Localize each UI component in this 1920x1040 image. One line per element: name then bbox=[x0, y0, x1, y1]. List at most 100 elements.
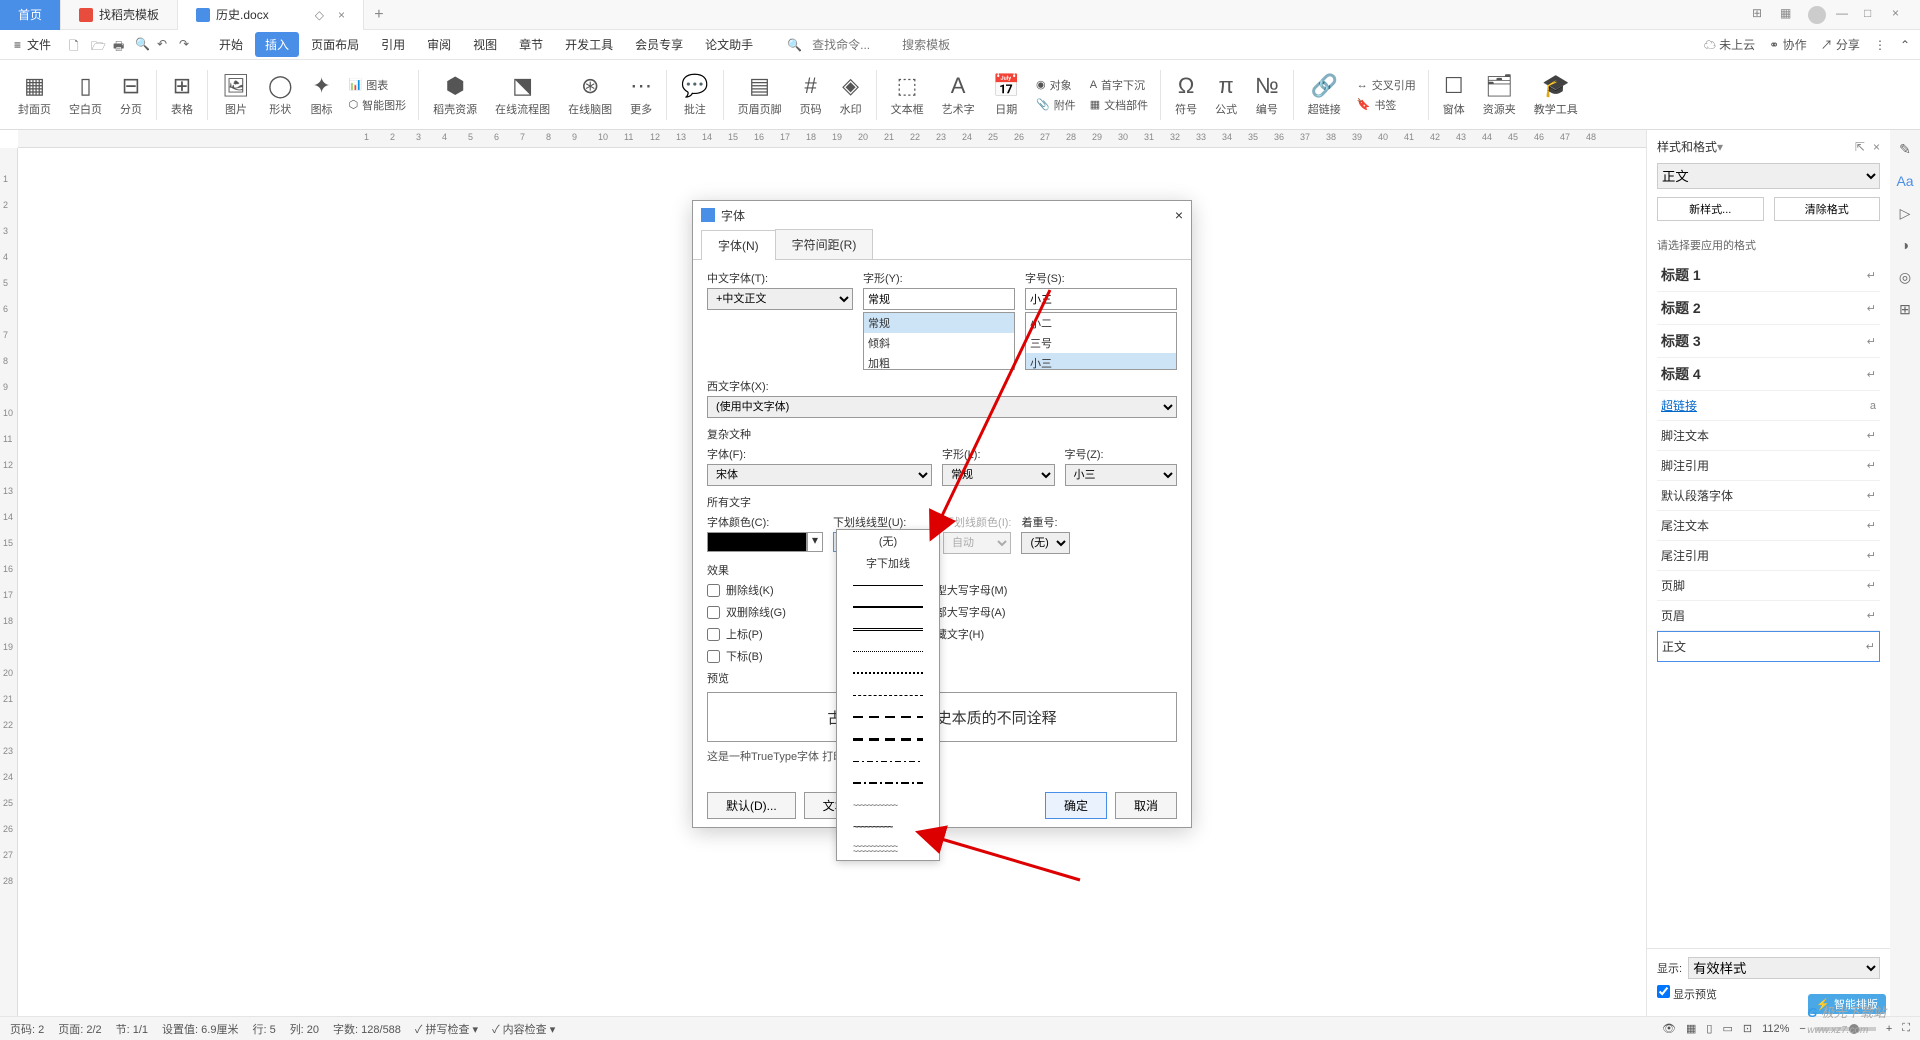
status-zoom-fit-icon[interactable]: ⊡ bbox=[1743, 1022, 1752, 1035]
tab-dev[interactable]: 开发工具 bbox=[555, 32, 623, 57]
style-item[interactable]: 尾注文本↵ bbox=[1657, 511, 1880, 541]
status-layout-icon[interactable]: ▯ bbox=[1706, 1022, 1712, 1035]
sidebar-location-icon[interactable]: ◎ bbox=[1896, 268, 1914, 286]
status-page-number[interactable]: 页码: 2 bbox=[10, 1021, 44, 1037]
emphasis-select[interactable]: (无) bbox=[1021, 532, 1070, 554]
underline-option-dash-dot-thick[interactable] bbox=[837, 772, 939, 794]
underline-option-single[interactable] bbox=[837, 574, 939, 596]
ok-button[interactable]: 确定 bbox=[1045, 792, 1107, 819]
dialog-titlebar[interactable]: 字体 × bbox=[693, 201, 1191, 229]
cloud-status[interactable]: ☁ 未上云 bbox=[1704, 36, 1755, 53]
double-strike-checkbox[interactable]: 双删除线(G) bbox=[707, 604, 786, 620]
style-item[interactable]: 标题 3↵ bbox=[1657, 325, 1880, 358]
chart-button[interactable]: 📊 图表 bbox=[349, 77, 407, 93]
style-item[interactable]: 页脚↵ bbox=[1657, 571, 1880, 601]
shape-button[interactable]: ◯形状 bbox=[260, 73, 301, 117]
strike-checkbox[interactable]: 删除线(K) bbox=[707, 582, 786, 598]
smart-graphic-button[interactable]: ⬡ 智能图形 bbox=[349, 97, 407, 113]
cn-font-select[interactable]: +中文正文 bbox=[707, 288, 853, 310]
search-command-input[interactable] bbox=[812, 38, 892, 52]
tab-reference[interactable]: 引用 bbox=[371, 32, 415, 57]
sidebar-styles-icon[interactable]: Aa bbox=[1896, 172, 1914, 190]
attachment-button[interactable]: 📎 附件 bbox=[1036, 97, 1076, 113]
sidebar-select-icon[interactable]: ▷ bbox=[1896, 204, 1914, 222]
tab-add-button[interactable]: + bbox=[364, 6, 394, 24]
search-template-input[interactable] bbox=[902, 38, 982, 52]
wordart-button[interactable]: A艺术字 bbox=[934, 73, 983, 117]
apps-icon[interactable]: ▦ bbox=[1780, 6, 1798, 24]
zoom-label[interactable]: 112% bbox=[1762, 1023, 1789, 1035]
sidebar-more-icon[interactable]: ⊞ bbox=[1896, 300, 1914, 318]
superscript-checkbox[interactable]: 上标(P) bbox=[707, 626, 786, 642]
style-item[interactable]: 页眉↵ bbox=[1657, 601, 1880, 631]
underline-option-none[interactable]: (无) bbox=[837, 530, 939, 552]
tab-document[interactable]: 历史.docx◇× bbox=[178, 0, 364, 30]
font-color-dropdown-arrow[interactable]: ▾ bbox=[807, 532, 823, 552]
status-view-icon[interactable]: ▦ bbox=[1686, 1022, 1696, 1035]
collab-button[interactable]: ⚭ 协作 bbox=[1769, 36, 1806, 53]
status-page[interactable]: 页面: 2/2 bbox=[58, 1021, 101, 1037]
style-item[interactable]: 脚注引用↵ bbox=[1657, 451, 1880, 481]
minimize-icon[interactable]: — bbox=[1836, 6, 1854, 24]
tab-start[interactable]: 开始 bbox=[209, 32, 253, 57]
window-layout-icon[interactable]: ⊞ bbox=[1752, 6, 1770, 24]
file-menu[interactable]: ≡文件 bbox=[10, 36, 55, 53]
symbol-button[interactable]: Ω符号 bbox=[1167, 73, 1205, 117]
underline-option-dash-thick[interactable] bbox=[837, 728, 939, 750]
new-style-button[interactable]: 新样式... bbox=[1657, 197, 1764, 221]
teach-tools-button[interactable]: 🎓教学工具 bbox=[1526, 73, 1586, 117]
icon-button[interactable]: ✦图标 bbox=[303, 73, 341, 117]
dialog-close-icon[interactable]: × bbox=[1175, 207, 1183, 223]
status-reader-icon[interactable]: ▭ bbox=[1722, 1022, 1732, 1035]
tab-paper[interactable]: 论文助手 bbox=[695, 32, 763, 57]
close-window-icon[interactable]: × bbox=[1892, 6, 1910, 24]
tab-review[interactable]: 审阅 bbox=[417, 32, 461, 57]
status-position[interactable]: 设置值: 6.9厘米 bbox=[162, 1021, 238, 1037]
avatar-icon[interactable] bbox=[1808, 6, 1826, 24]
underline-option-wave-thick[interactable]: ~~~~~~~~~~ bbox=[837, 816, 939, 838]
underline-option-dash[interactable] bbox=[837, 684, 939, 706]
style-item[interactable]: 标题 2↵ bbox=[1657, 292, 1880, 325]
underline-option-dash-dot[interactable] bbox=[837, 750, 939, 772]
image-button[interactable]: 🖼图片 bbox=[214, 73, 258, 117]
table-button[interactable]: ⊞表格 bbox=[163, 73, 201, 117]
panel-pin-icon[interactable]: ⇱ bbox=[1855, 140, 1865, 154]
redo-icon[interactable]: ↷ bbox=[179, 37, 195, 53]
complex-size-select[interactable]: 小三 bbox=[1065, 464, 1178, 486]
underline-option-double[interactable] bbox=[837, 618, 939, 640]
page-number-button[interactable]: #页码 bbox=[792, 73, 830, 117]
sidebar-shape-icon[interactable]: ◑ bbox=[1896, 236, 1914, 254]
underline-option-dash-wide[interactable] bbox=[837, 706, 939, 728]
style-item[interactable]: 脚注文本↵ bbox=[1657, 421, 1880, 451]
underline-option-dotted[interactable] bbox=[837, 640, 939, 662]
vertical-ruler[interactable]: 1234567891011121314151617181920212223242… bbox=[0, 148, 18, 1020]
object-button[interactable]: ◉ 对象 bbox=[1036, 77, 1076, 93]
style-item[interactable]: 标题 1↵ bbox=[1657, 259, 1880, 292]
dialog-tab-spacing[interactable]: 字符间距(R) bbox=[775, 229, 874, 259]
style-item[interactable]: 标题 4↵ bbox=[1657, 358, 1880, 391]
panel-close-icon[interactable]: × bbox=[1873, 140, 1880, 154]
style-item[interactable]: 默认段落字体↵ bbox=[1657, 481, 1880, 511]
status-section[interactable]: 节: 1/1 bbox=[116, 1021, 148, 1037]
dk-resource-button[interactable]: ⬢稻壳资源 bbox=[425, 73, 485, 117]
default-button[interactable]: 默认(D)... bbox=[707, 792, 796, 819]
underline-option-wave-double[interactable]: ~~~~~~~~~~~~~~~~~~~~~~~~ bbox=[837, 838, 939, 860]
dropcap-button[interactable]: A 首字下沉 bbox=[1090, 77, 1148, 93]
maximize-icon[interactable]: □ bbox=[1864, 6, 1882, 24]
status-line[interactable]: 行: 5 bbox=[252, 1021, 275, 1037]
cancel-button[interactable]: 取消 bbox=[1115, 792, 1177, 819]
new-icon[interactable]: 🗋 bbox=[69, 37, 85, 53]
blank-page-button[interactable]: ▯空白页 bbox=[61, 73, 110, 117]
options-icon[interactable]: ⋮ bbox=[1874, 38, 1886, 52]
underline-option-word[interactable]: 字下加线 bbox=[837, 552, 939, 574]
subscript-checkbox[interactable]: 下标(B) bbox=[707, 648, 786, 664]
zoom-in-icon[interactable]: + bbox=[1886, 1023, 1892, 1035]
resource-button[interactable]: 🗂资源夹 bbox=[1475, 73, 1524, 117]
cross-ref-button[interactable]: ↔ 交叉引用 bbox=[1357, 77, 1416, 93]
style-item[interactable]: 尾注引用↵ bbox=[1657, 541, 1880, 571]
underline-option-dotted-thick[interactable] bbox=[837, 662, 939, 684]
online-mind-button[interactable]: ⊛在线脑图 bbox=[560, 73, 620, 117]
status-column[interactable]: 列: 20 bbox=[290, 1021, 319, 1037]
horizontal-ruler[interactable]: 1234567891011121314151617181920212223242… bbox=[18, 130, 1920, 148]
show-preview-checkbox[interactable]: 显示预览 bbox=[1657, 985, 1717, 1002]
